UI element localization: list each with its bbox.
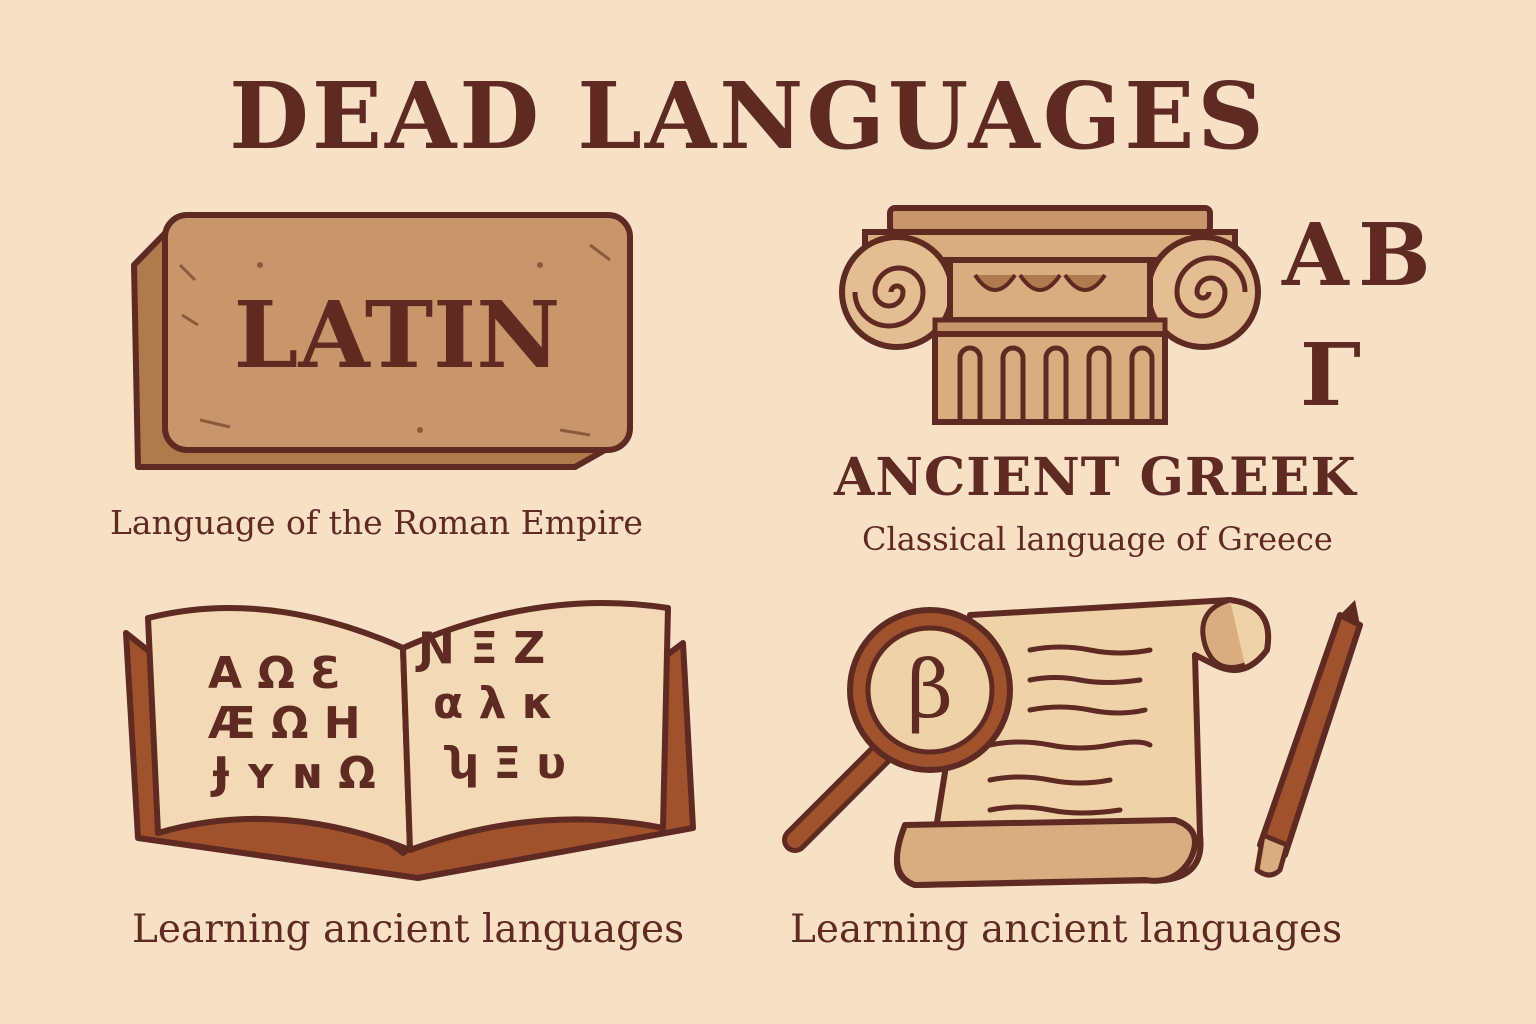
book-right-row-2: α λ κ — [433, 678, 553, 729]
greek-letter-gamma: Γ — [1300, 325, 1361, 420]
pencil-icon — [1254, 600, 1363, 878]
greek-letters: Α Β Γ — [1281, 205, 1431, 420]
scroll-illustration: β — [782, 597, 1363, 888]
greek-heading: ANCIENT GREEK — [834, 447, 1357, 508]
book-left-row-1: Α Ω Ɛ — [208, 648, 341, 699]
page-title: DEAD LANGUAGES — [229, 62, 1267, 170]
greek-letter-beta: Β — [1358, 205, 1431, 306]
greek-letter-alpha: Α — [1281, 205, 1350, 306]
book-left-row-3: Ɉ ʏ ɴ Ω — [210, 748, 376, 799]
magnified-letter: β — [907, 643, 953, 736]
book-right-row-1: Ɲ Ξ Ζ — [415, 623, 545, 674]
greek-caption: Classical language of Greece — [862, 520, 1333, 558]
infographic-canvas: DEAD LANGUAGES LATIN Language of the Rom… — [0, 0, 1536, 1024]
ionic-column-icon — [839, 205, 1261, 425]
open-book-icon: Α Ω Ɛ Æ Ω Η Ɉ ʏ ɴ Ω Ɲ Ξ Ζ α λ κ ʮ Ξ υ — [123, 600, 696, 881]
latin-caption: Language of the Roman Empire — [110, 503, 643, 542]
latin-tablet-text: LATIN — [234, 281, 561, 389]
stone-tablet-icon: LATIN — [131, 212, 633, 470]
book-caption: Learning ancient languages — [132, 907, 685, 952]
scroll-caption: Learning ancient languages — [790, 907, 1343, 952]
book-left-row-2: Æ Ω Η — [208, 698, 361, 749]
book-right-row-3: ʮ Ξ υ — [444, 738, 566, 789]
